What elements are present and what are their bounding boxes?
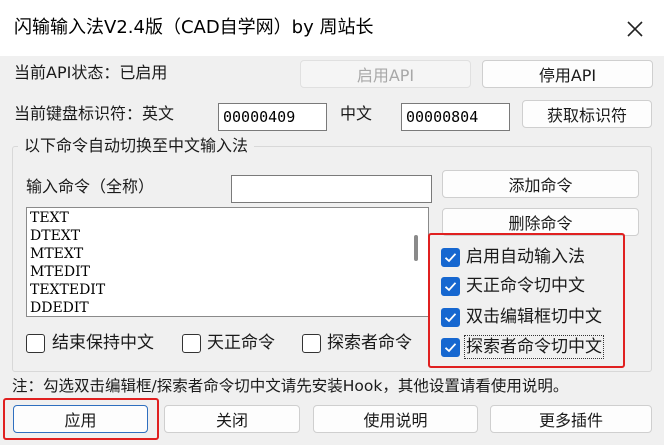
list-item[interactable]: DDEDIT (27, 299, 428, 316)
add-command-button[interactable]: 添加命令 (442, 170, 639, 198)
keep-chinese-checkbox[interactable] (26, 334, 45, 353)
double-click-chinese-label: 双击编辑框切中文 (466, 307, 602, 327)
tangent-command-checkbox[interactable] (182, 334, 201, 353)
disable-api-button[interactable]: 停用API (482, 60, 653, 88)
list-scrollbar[interactable] (414, 235, 418, 261)
command-input-label: 输入命令（全称） (26, 177, 155, 196)
list-item[interactable]: MTEDIT (27, 263, 428, 281)
window-title: 闪输输入法V2.4版（CAD自学网）by 周站长 (14, 17, 374, 38)
tangent-chinese-checkbox[interactable] (441, 277, 460, 296)
chinese-id-field[interactable]: 00000804 (401, 103, 510, 131)
delete-command-button[interactable]: 删除命令 (442, 208, 639, 236)
list-item[interactable]: TEXT (27, 208, 428, 227)
note-text: 注：勾选双击编辑框/探索者命令切中文请先安装Hook，其他设置请看使用说明。 (12, 377, 569, 395)
chinese-id-label: 中文 (340, 104, 373, 123)
keyboard-id-label: 当前键盘标识符：英文 (14, 104, 175, 123)
list-item[interactable]: DTEXT (27, 227, 428, 245)
apply-button[interactable]: 应用 (13, 405, 148, 433)
more-plugins-button[interactable]: 更多插件 (490, 405, 652, 433)
tangent-command-label: 天正命令 (207, 333, 275, 353)
fetch-id-button[interactable]: 获取标识符 (522, 100, 652, 128)
tangent-chinese-label: 天正命令切中文 (466, 276, 585, 296)
list-item[interactable]: MTEXT (27, 245, 428, 263)
command-input[interactable] (231, 175, 432, 203)
auto-ime-label: 启用自动输入法 (466, 247, 585, 267)
help-button[interactable]: 使用说明 (313, 405, 478, 433)
explorer-chinese-label: 探索者命令切中文 (464, 335, 604, 359)
group-title: 以下命令自动切换至中文输入法 (18, 135, 255, 157)
double-click-chinese-checkbox[interactable] (441, 308, 460, 327)
list-item[interactable]: TEXTEDIT (27, 281, 428, 299)
close-button[interactable]: 关闭 (164, 405, 300, 433)
keep-chinese-label: 结束保持中文 (52, 333, 154, 353)
command-list[interactable]: TEXT DTEXT MTEXT MTEDIT TEXTEDIT DDEDIT (26, 207, 429, 317)
explorer-command-label: 探索者命令 (327, 333, 412, 353)
api-status-label: 当前API状态：已启用 (14, 63, 168, 82)
close-icon[interactable] (624, 18, 646, 40)
english-id-field[interactable]: 00000409 (218, 103, 327, 131)
explorer-command-checkbox[interactable] (302, 334, 321, 353)
enable-api-button[interactable]: 启用API (300, 60, 471, 88)
explorer-chinese-checkbox[interactable] (441, 338, 460, 357)
auto-ime-checkbox[interactable] (441, 248, 460, 267)
